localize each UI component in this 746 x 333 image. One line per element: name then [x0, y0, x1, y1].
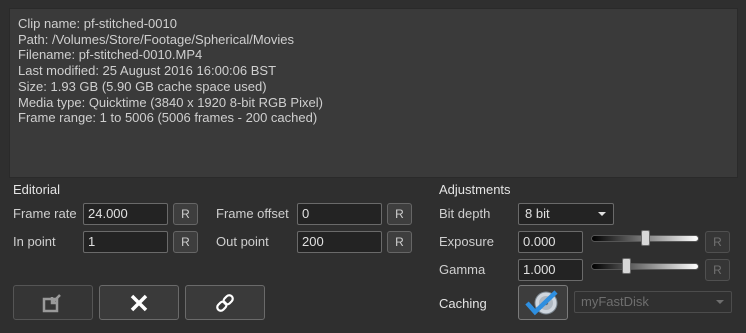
in-point-reset-button[interactable]: R [173, 231, 198, 253]
bit-depth-select[interactable]: 8 bit [518, 203, 614, 225]
bit-depth-value: 8 bit [525, 206, 550, 221]
frame-rate-field[interactable]: 24.000 [83, 203, 168, 225]
gamma-slider[interactable] [591, 258, 699, 274]
clip-info-panel: Clip name: pf-stitched-0010 Path: /Volum… [9, 8, 738, 178]
import-icon [42, 293, 61, 312]
adjustments-title: Adjustments [439, 182, 511, 197]
media-type-line: Media type: Quicktime (3840 x 1920 8-bit… [18, 94, 323, 110]
import-button[interactable] [13, 285, 93, 320]
bit-depth-label: Bit depth [439, 206, 491, 221]
cache-disk-value: myFastDisk [581, 294, 649, 309]
gamma-slider-track [591, 263, 699, 270]
cache-disk-select[interactable]: myFastDisk [574, 291, 732, 313]
link-icon [216, 293, 234, 312]
disk-cache-check-icon [525, 289, 558, 315]
size-line: Size: 1.93 GB (5.90 GB cache space used) [18, 78, 267, 94]
in-point-label: In point [13, 234, 56, 249]
frame-offset-field[interactable]: 0 [297, 203, 382, 225]
gamma-reset-button[interactable]: R [705, 259, 730, 281]
out-point-field[interactable]: 200 [297, 231, 382, 253]
editorial-title: Editorial [13, 182, 60, 197]
chevron-down-icon [716, 300, 724, 304]
last-modified-line: Last modified: 25 August 2016 16:00:06 B… [18, 63, 277, 79]
delete-button[interactable] [99, 285, 179, 320]
clip-name-line: Clip name: pf-stitched-0010 [18, 16, 177, 31]
exposure-field[interactable]: 0.000 [518, 231, 583, 253]
link-button[interactable] [185, 285, 265, 320]
gamma-label: Gamma [439, 262, 486, 277]
frame-range-line: Frame range: 1 to 5006 (5006 frames - 20… [18, 110, 318, 126]
exposure-label: Exposure [439, 234, 494, 249]
exposure-slider-thumb[interactable] [641, 230, 650, 246]
out-point-reset-button[interactable]: R [387, 231, 412, 253]
path-line: Path: /Volumes/Store/Footage/Spherical/M… [18, 31, 295, 47]
gamma-slider-thumb[interactable] [622, 258, 631, 274]
filename-line: Filename: pf-stitched-0010.MP4 [18, 47, 203, 63]
chevron-down-icon [598, 212, 606, 216]
exposure-reset-button[interactable]: R [705, 231, 730, 253]
exposure-slider[interactable] [591, 230, 699, 246]
out-point-label: Out point [216, 234, 269, 249]
caching-toggle-button[interactable] [518, 285, 568, 320]
in-point-field[interactable]: 1 [83, 231, 168, 253]
frame-offset-reset-button[interactable]: R [387, 203, 412, 225]
caching-label: Caching [439, 296, 487, 311]
gamma-field[interactable]: 1.000 [518, 259, 583, 281]
close-icon [130, 294, 148, 311]
frame-offset-label: Frame offset [216, 206, 289, 221]
frame-rate-label: Frame rate [13, 206, 77, 221]
frame-rate-reset-button[interactable]: R [173, 203, 198, 225]
